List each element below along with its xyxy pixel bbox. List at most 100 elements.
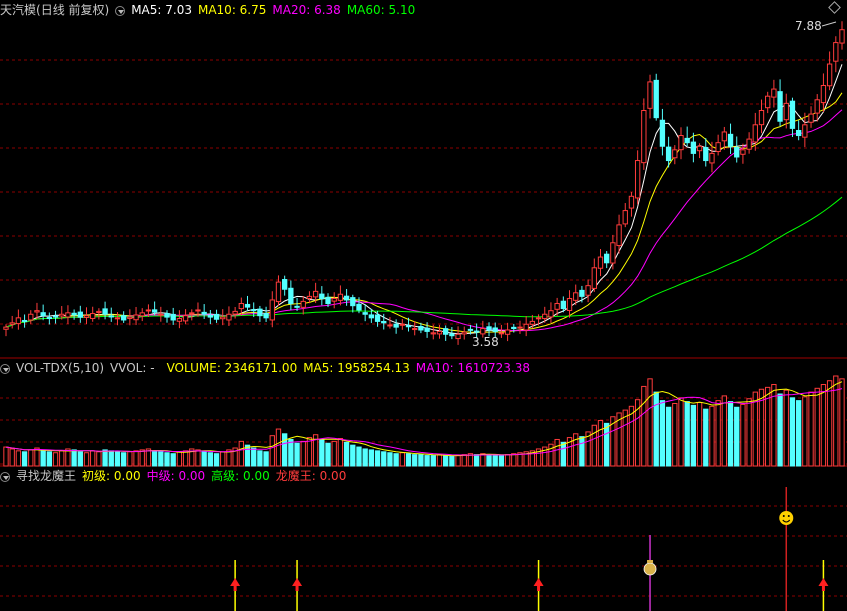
- candle-body: [653, 79, 659, 119]
- volume-bar: [59, 450, 65, 467]
- candle-body: [771, 88, 777, 98]
- candle-body: [350, 297, 356, 307]
- candle-body: [424, 327, 430, 332]
- dropdown-icon[interactable]: [0, 364, 10, 374]
- volume-bar: [195, 449, 201, 467]
- volume-bar: [220, 451, 226, 467]
- volume-label: VOLUME: 2346171.00: [166, 361, 298, 375]
- volume-bar: [213, 453, 220, 467]
- candle-body: [387, 324, 393, 327]
- volume-bar: [133, 450, 139, 467]
- candle-body: [356, 303, 362, 311]
- volume-bar: [46, 451, 53, 467]
- candle-body: [529, 320, 536, 325]
- volume-bar: [294, 442, 300, 467]
- candle-body: [585, 285, 591, 296]
- volume-bar: [21, 451, 28, 467]
- candle-body: [108, 315, 114, 318]
- candle-body: [158, 313, 164, 316]
- volume-bar: [455, 455, 461, 467]
- volume-bar: [34, 447, 40, 467]
- candle-body: [795, 129, 802, 137]
- volume-bar: [703, 408, 709, 467]
- volume-bar: [288, 438, 294, 467]
- candle-body: [566, 298, 573, 312]
- candle-body: [808, 113, 814, 123]
- smiley-eye: [782, 515, 785, 517]
- volume-bar: [709, 405, 715, 467]
- indicator-name[interactable]: 寻找龙魔王: [16, 469, 76, 483]
- arrow-shaft: [233, 585, 237, 591]
- candle-body: [455, 333, 461, 340]
- candle-body: [498, 332, 505, 335]
- dropdown-icon[interactable]: [115, 6, 126, 16]
- volume-bar: [579, 436, 585, 467]
- volume-bar: [127, 451, 133, 467]
- candle-body: [368, 314, 375, 319]
- low-price-label: 3.58: [472, 335, 499, 349]
- candle-body: [343, 295, 350, 301]
- candle-body: [201, 311, 207, 315]
- volume-bar: [15, 450, 22, 467]
- volume-bar: [604, 422, 610, 467]
- volume-bar: [622, 409, 628, 467]
- candle-body: [709, 152, 715, 164]
- volume-bar: [647, 378, 653, 467]
- candle-body: [746, 138, 752, 150]
- volume-bar: [826, 380, 833, 467]
- candle-body: [232, 310, 238, 315]
- candle-body: [418, 325, 424, 331]
- chuji-label: 初级: 0.00: [82, 469, 141, 483]
- chart-mode[interactable]: (日线 前复权): [36, 3, 109, 17]
- candle-body: [127, 316, 133, 319]
- volume-bar: [684, 401, 690, 467]
- volume-bar: [789, 397, 796, 467]
- volume-bar: [672, 402, 678, 467]
- candle-body: [294, 305, 300, 308]
- volume-bar: [381, 451, 387, 467]
- candle-body: [752, 124, 758, 143]
- candle-body: [164, 313, 170, 318]
- candle-body: [641, 110, 647, 164]
- volume-bar: [795, 400, 802, 467]
- candle-body: [331, 298, 337, 302]
- candle-body: [9, 322, 15, 325]
- volume-bar: [659, 400, 666, 467]
- candle-body: [826, 63, 833, 87]
- volume-bar: [492, 455, 498, 467]
- ma10-label: MA10: 6.75: [197, 3, 267, 17]
- volume-bar: [269, 435, 275, 467]
- volume-bar: [83, 452, 90, 467]
- candle-body: [628, 195, 635, 209]
- volume-bar: [120, 452, 127, 467]
- dropdown-icon[interactable]: [0, 472, 10, 482]
- vol-indicator-name[interactable]: VOL-TDX(5,10): [16, 361, 104, 375]
- candle-body: [622, 210, 628, 225]
- candle-body: [263, 313, 269, 319]
- chart-canvas[interactable]: 7.88 3.58: [0, 0, 847, 611]
- candle-body: [151, 309, 158, 313]
- volume-bar: [65, 448, 71, 467]
- candle-body: [783, 102, 789, 121]
- volume-bar: [3, 446, 9, 467]
- volume-bar: [560, 441, 567, 467]
- candle-body: [436, 330, 443, 335]
- ma5-label: MA5: 7.03: [131, 3, 192, 17]
- candle-body: [319, 293, 325, 300]
- volume-bar: [300, 440, 306, 467]
- candle-body: [597, 256, 604, 269]
- stock-name[interactable]: 天汽模: [0, 3, 36, 17]
- candle-body: [90, 313, 96, 319]
- volume-bar: [182, 450, 189, 467]
- volume-panel-header: VOL-TDX(5,10) VVOL: - VOLUME: 2346171.00 MA…: [0, 360, 536, 376]
- smiley-icon: [779, 511, 794, 525]
- candle-body: [665, 146, 672, 162]
- volume-bar: [350, 444, 356, 467]
- volume-bar: [238, 440, 244, 467]
- volume-bar: [504, 454, 511, 467]
- candle-body: [3, 326, 9, 330]
- candle-body: [337, 293, 344, 301]
- candle-body: [833, 42, 839, 62]
- candle-body: [610, 242, 616, 264]
- volume-bar: [839, 378, 845, 467]
